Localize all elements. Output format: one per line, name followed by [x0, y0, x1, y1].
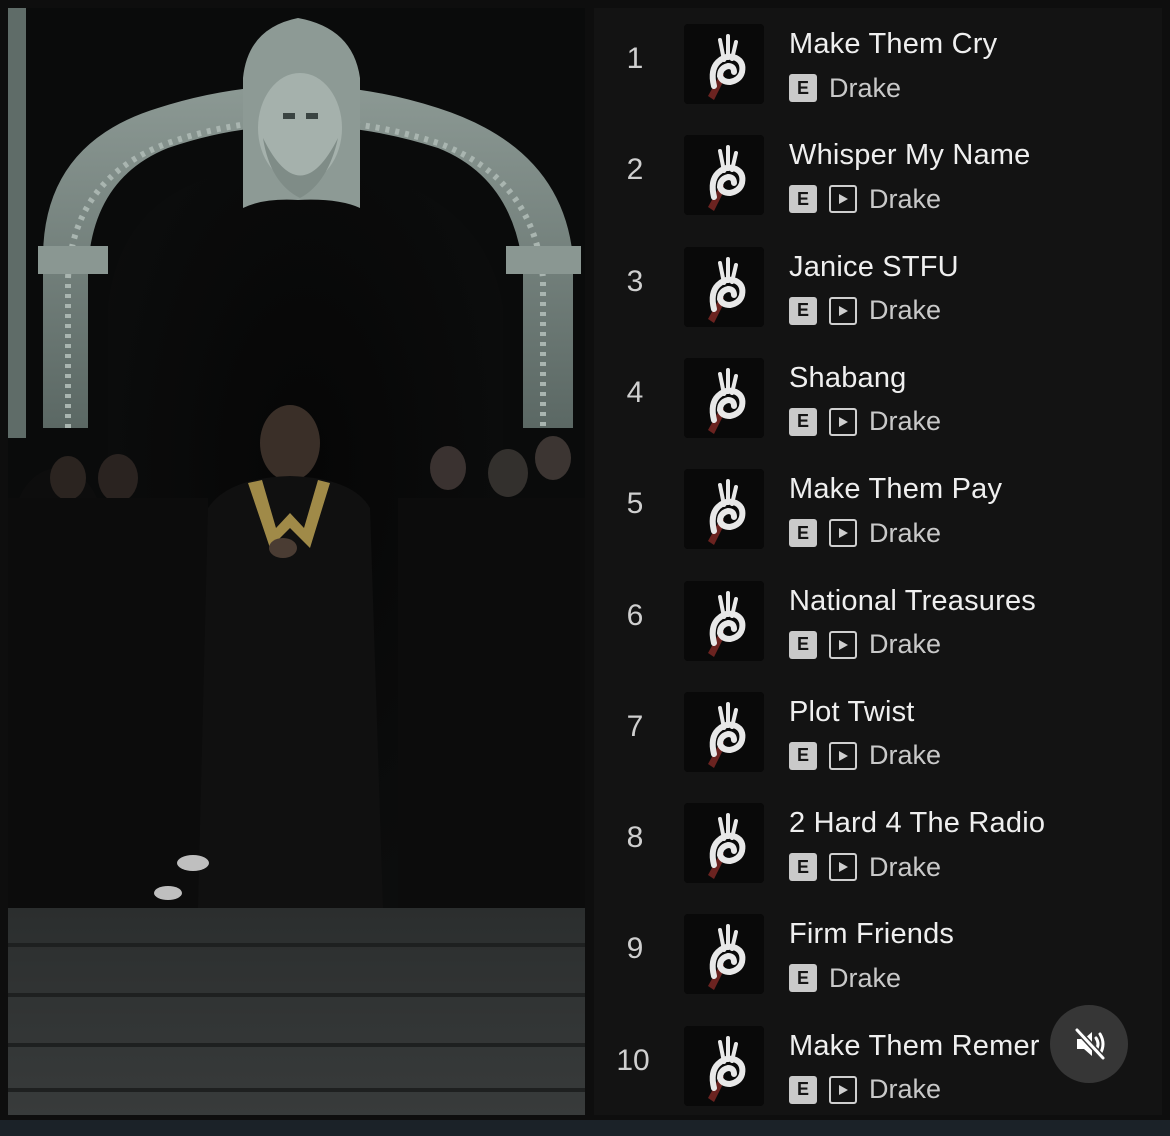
track-artist[interactable]: Drake [869, 629, 941, 660]
track-artist[interactable]: Drake [869, 740, 941, 771]
track-number: 2 [626, 153, 644, 187]
track-row[interactable]: 8 2 Hard 4 The Radio E Drake [594, 787, 1162, 898]
track-title: National Treasures [789, 584, 1036, 617]
explicit-badge-icon: E [789, 1075, 817, 1104]
track-number: 3 [626, 264, 644, 298]
mute-toggle-button[interactable] [1050, 1005, 1128, 1083]
album-cover-hand-ok-icon [684, 691, 764, 772]
album-cover-hand-ok-icon [684, 914, 764, 995]
track-meta: E Drake [789, 406, 941, 438]
track-title: 2 Hard 4 The Radio [789, 807, 1046, 840]
track-title: Plot Twist [789, 695, 915, 728]
music-video-icon [829, 1075, 857, 1104]
track-artist[interactable]: Drake [869, 295, 941, 326]
album-cover-hand-ok-icon [684, 469, 764, 550]
album-cover-hand-ok-icon [684, 580, 764, 661]
track-number: 8 [626, 821, 644, 855]
album-tracklist: 1 Make Them Cry E Drake 2 Whisper My Name E Dra… [594, 8, 1162, 1115]
track-number: 4 [626, 375, 644, 409]
track-artist[interactable]: Drake [869, 518, 941, 549]
track-number: 10 [616, 1043, 650, 1077]
explicit-badge-icon: E [789, 185, 817, 214]
track-title: Whisper My Name [789, 139, 1031, 172]
track-meta: E Drake [789, 517, 941, 549]
explicit-badge-icon: E [789, 74, 817, 102]
track-meta: E Drake [789, 295, 941, 327]
bottom-bar [0, 1120, 1170, 1136]
track-meta: E Drake [789, 1074, 941, 1106]
track-artist[interactable]: Drake [869, 184, 941, 215]
track-row[interactable]: 7 Plot Twist E Drake [594, 676, 1162, 787]
track-meta: E Drake [789, 851, 941, 883]
album-cover-hand-ok-icon [684, 246, 764, 327]
track-meta: E Drake [789, 72, 901, 104]
music-video-player[interactable] [8, 8, 585, 1115]
track-number: 5 [626, 487, 644, 521]
track-row[interactable]: 4 Shabang E Drake [594, 342, 1162, 453]
track-row[interactable]: 5 Make Them Pay E Drake [594, 453, 1162, 564]
track-number: 7 [626, 709, 644, 743]
track-artist[interactable]: Drake [829, 73, 901, 104]
explicit-badge-icon: E [789, 519, 817, 548]
explicit-badge-icon: E [789, 407, 817, 436]
track-artist[interactable]: Drake [869, 1074, 941, 1105]
track-row[interactable]: 9 Firm Friends E Drake [594, 898, 1162, 1009]
track-meta: E Drake [789, 740, 941, 772]
music-video-icon [829, 853, 857, 882]
track-row[interactable]: 1 Make Them Cry E Drake [594, 8, 1162, 119]
track-meta: E Drake [789, 183, 941, 215]
music-video-icon [829, 185, 857, 214]
video-frame-scene [8, 8, 585, 1115]
explicit-badge-icon: E [789, 630, 817, 659]
track-meta: E Drake [789, 962, 901, 994]
explicit-badge-icon: E [789, 741, 817, 770]
screenshot-frame: 1 Make Them Cry E Drake 2 Whisper My Name E Dra… [0, 0, 1170, 1120]
album-cover-hand-ok-icon [684, 1025, 764, 1106]
track-artist[interactable]: Drake [829, 963, 901, 994]
album-cover-hand-ok-icon [684, 803, 764, 884]
track-meta: E Drake [789, 629, 941, 661]
track-title: Janice STFU [789, 250, 959, 283]
speaker-muted-icon [1074, 1027, 1106, 1061]
music-video-icon [829, 296, 857, 325]
album-cover-hand-ok-icon [684, 135, 764, 216]
track-artist[interactable]: Drake [869, 852, 941, 883]
music-video-icon [829, 741, 857, 770]
music-video-icon [829, 407, 857, 436]
track-title: Shabang [789, 361, 907, 394]
track-title: Firm Friends [789, 918, 955, 951]
track-row[interactable]: 3 Janice STFU E Drake [594, 231, 1162, 342]
track-title: Make Them Pay [789, 473, 1003, 506]
track-title: Make Them Cry [789, 28, 998, 60]
explicit-badge-icon: E [789, 853, 817, 882]
track-artist[interactable]: Drake [869, 406, 941, 437]
track-row[interactable]: 2 Whisper My Name E Drake [594, 119, 1162, 230]
explicit-badge-icon: E [789, 296, 817, 325]
track-number: 9 [626, 932, 644, 966]
music-video-icon [829, 630, 857, 659]
album-cover-hand-ok-icon [684, 24, 764, 104]
track-row[interactable]: 6 National Treasures E Drake [594, 565, 1162, 676]
explicit-badge-icon: E [789, 964, 817, 993]
track-number: 6 [626, 598, 644, 632]
track-number: 1 [626, 42, 644, 75]
track-title: Make Them Remer [789, 1029, 1040, 1062]
album-cover-hand-ok-icon [684, 357, 764, 438]
music-video-icon [829, 519, 857, 548]
